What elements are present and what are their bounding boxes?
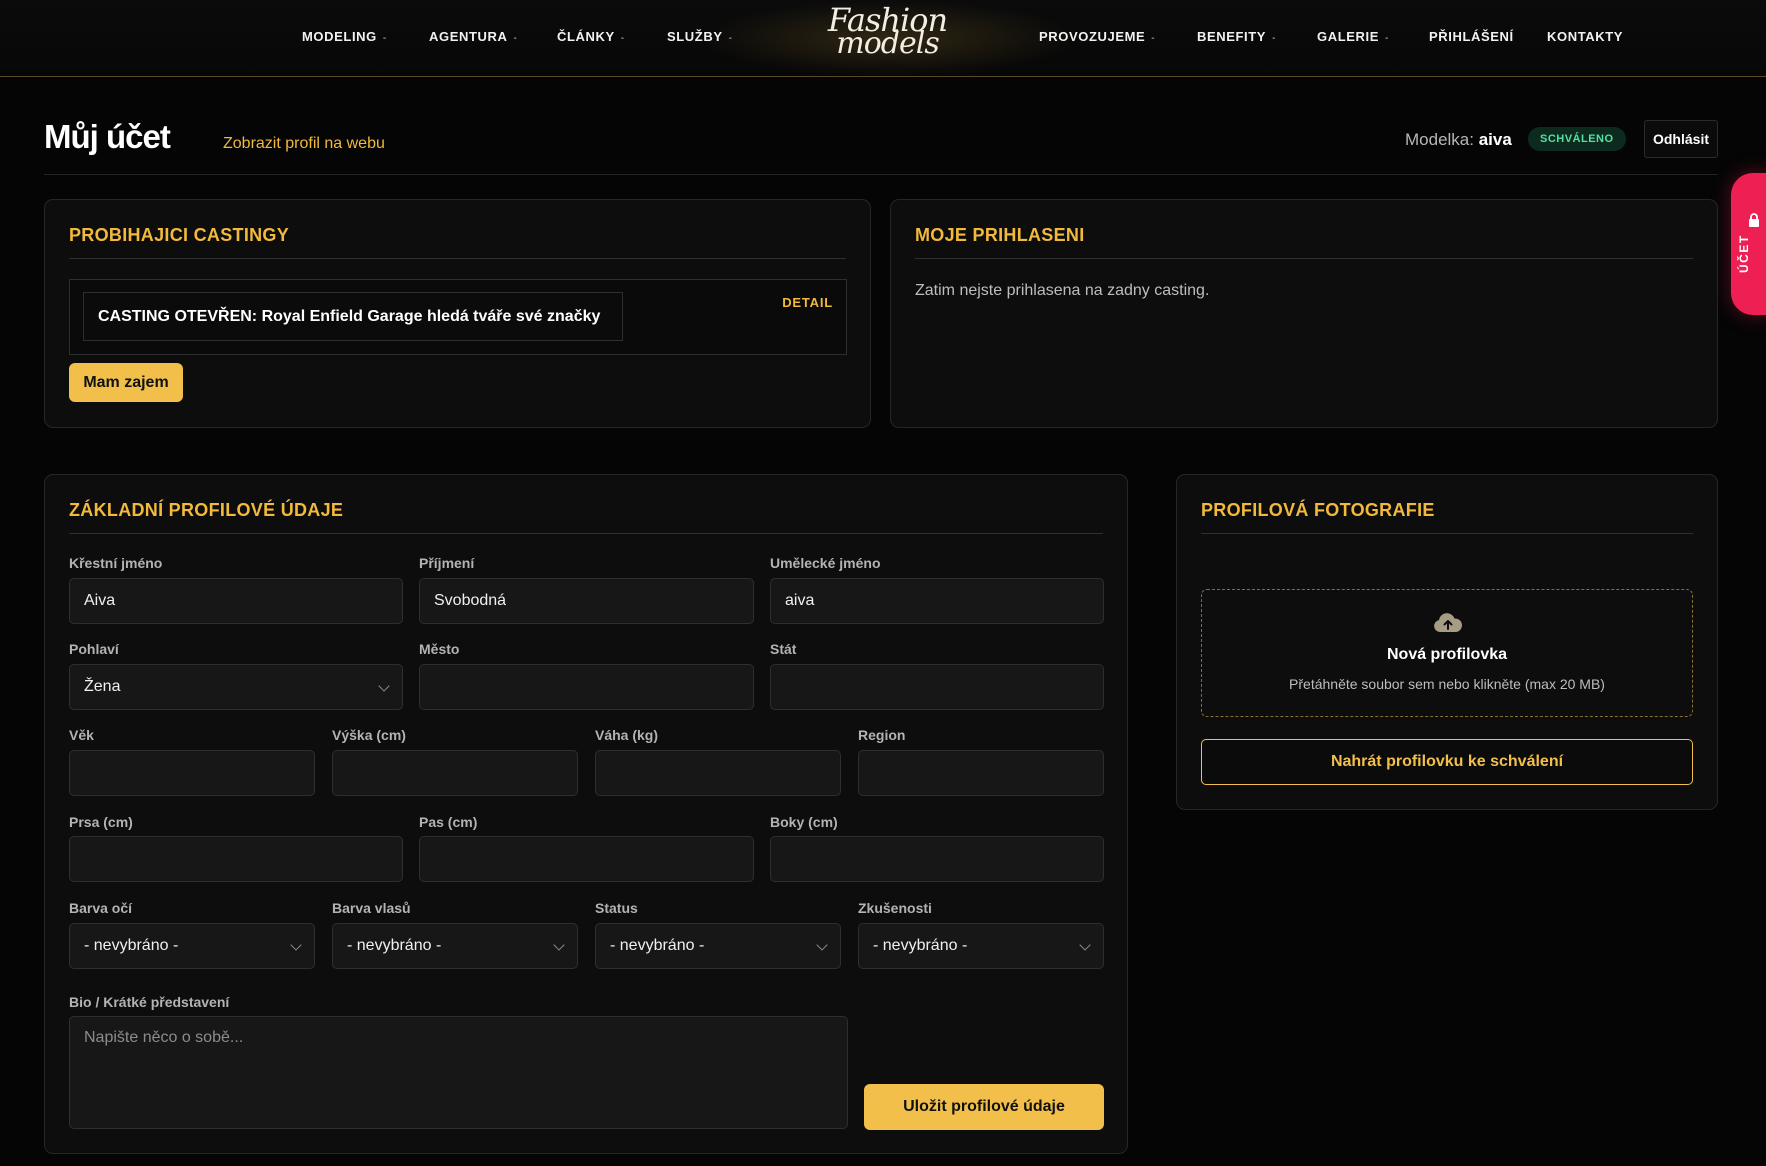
gender-label: Pohlaví — [69, 641, 119, 657]
fashion-models-logo[interactable]: Fashion models — [820, 4, 955, 70]
interest-button[interactable]: Mam zajem — [69, 363, 183, 402]
nav-label: GALERIE — [1317, 29, 1379, 44]
model-name: aiva — [1478, 130, 1512, 149]
hair-color-select[interactable]: - nevybráno - — [332, 923, 578, 969]
region-label: Region — [858, 727, 906, 743]
age-input[interactable] — [69, 750, 315, 796]
my-applications-title: MOJE PRIHLASENI — [915, 225, 1085, 245]
casting-item: CASTING OTEVŘEN: Royal Enfield Garage hl… — [69, 279, 847, 355]
casting-detail-link[interactable]: DETAIL — [782, 295, 833, 310]
eye-color-select[interactable]: - nevybráno - — [69, 923, 315, 969]
castings-title: PROBIHAJICI CASTINGY — [69, 225, 290, 245]
nav-label: PROVOZUJEME — [1039, 29, 1146, 44]
nav-label: KONTAKTY — [1547, 29, 1624, 44]
dropzone-title: Nová profilovka — [1386, 646, 1508, 663]
last-name-input[interactable]: Svobodná — [419, 578, 754, 624]
status-label: Status — [595, 900, 638, 916]
save-profile-button[interactable]: Uložit profilové údaje — [864, 1084, 1104, 1130]
country-label: Stát — [770, 641, 797, 657]
nav-item-kontakty[interactable]: KONTAKTY — [1547, 29, 1623, 44]
waist-label: Pas (cm) — [419, 814, 478, 830]
side-tab-label: ÚČET — [1737, 234, 1751, 273]
card-divider — [915, 258, 1693, 259]
gender-select[interactable]: Žena — [69, 664, 403, 710]
nav-item-sluzby[interactable]: SLUŽBY - — [667, 29, 733, 44]
card-divider — [69, 533, 1103, 534]
card-divider — [1201, 533, 1693, 534]
bio-label: Bio / Krátké představení — [69, 994, 230, 1010]
profile-form-card: ZÁKLADNÍ PROFILOVÉ ÚDAJE Křestní jméno A… — [44, 474, 1128, 1154]
nav-label: MODELING — [302, 29, 377, 44]
hips-label: Boky (cm) — [770, 814, 838, 830]
age-label: Věk — [69, 727, 94, 743]
height-input[interactable] — [332, 750, 578, 796]
nav-label: BENEFITY — [1197, 29, 1267, 44]
status-badge: SCHVÁLENO — [1528, 127, 1626, 151]
nav-item-galerie[interactable]: GALERIE - — [1317, 29, 1389, 44]
upload-photo-button[interactable]: Nahrát profilovku ke schválení — [1201, 739, 1693, 785]
profile-photo-title: PROFILOVÁ FOTOGRAFIE — [1201, 500, 1435, 520]
dropdown-caret-icon: - — [1272, 33, 1277, 44]
castings-card: PROBIHAJICI CASTINGY CASTING OTEVŘEN: Ro… — [44, 199, 871, 428]
nav-label: ČLÁNKY — [557, 29, 615, 44]
top-navigation: MODELING - AGENTURA - ČLÁNKY - SLUŽBY - Fash… — [0, 0, 1766, 77]
model-label: Modelka: aiva — [1405, 130, 1512, 150]
hair-color-label: Barva vlasů — [332, 900, 411, 916]
nav-item-modeling[interactable]: MODELING - — [302, 29, 387, 44]
nav-label: SLUŽBY — [667, 29, 723, 44]
dropdown-caret-icon: - — [728, 33, 733, 44]
bio-textarea[interactable]: Napište něco o sobě... — [69, 1016, 848, 1129]
card-divider — [69, 258, 846, 259]
region-input[interactable] — [858, 750, 1104, 796]
cloud-upload-icon — [1434, 613, 1462, 632]
profile-form-title: ZÁKLADNÍ PROFILOVÉ ÚDAJE — [69, 500, 344, 520]
bust-label: Prsa (cm) — [69, 814, 133, 830]
experience-select[interactable]: - nevybráno - — [858, 923, 1104, 969]
profile-photo-card: PROFILOVÁ FOTOGRAFIE Nová profilovka Pře… — [1176, 474, 1718, 810]
country-input[interactable] — [770, 664, 1104, 710]
height-label: Výška (cm) — [332, 727, 406, 743]
dropdown-caret-icon: - — [620, 33, 625, 44]
dropdown-caret-icon: - — [1384, 33, 1389, 44]
empty-applications-text: Zatim nejste prihlasena na zadny casting… — [915, 282, 1210, 299]
city-input[interactable] — [419, 664, 754, 710]
nav-label: PŘIHLÁŠENÍ — [1429, 29, 1514, 44]
weight-label: Váha (kg) — [595, 727, 659, 743]
account-side-tab[interactable]: ÚČET — [1731, 173, 1766, 315]
experience-label: Zkušenosti — [858, 900, 932, 916]
dropdown-caret-icon: - — [513, 33, 518, 44]
hips-input[interactable] — [770, 836, 1104, 882]
last-name-label: Příjmení — [419, 555, 475, 571]
nav-item-agentura[interactable]: AGENTURA - — [429, 29, 517, 44]
dropzone-subtitle: Přetáhněte soubor sem nebo klikněte (max… — [1289, 676, 1605, 692]
logo-line-2: models — [836, 26, 939, 61]
photo-dropzone[interactable]: Nová profilovka Přetáhněte soubor sem ne… — [1201, 589, 1693, 717]
city-label: Město — [419, 641, 460, 657]
view-profile-link[interactable]: Zobrazit profil na webu — [223, 135, 385, 153]
waist-input[interactable] — [419, 836, 754, 882]
nav-item-clanky[interactable]: ČLÁNKY - — [557, 29, 625, 44]
first-name-label: Křestní jméno — [69, 555, 163, 571]
nav-item-benefity[interactable]: BENEFITY - — [1197, 29, 1276, 44]
dropdown-caret-icon: - — [382, 33, 387, 44]
nav-item-prihlaseni[interactable]: PŘIHLÁŠENÍ — [1429, 29, 1514, 44]
first-name-input[interactable]: Aiva — [69, 578, 403, 624]
model-prefix: Modelka: — [1405, 130, 1474, 149]
dropdown-caret-icon: - — [1151, 33, 1156, 44]
header-divider — [44, 174, 1718, 175]
logout-button[interactable]: Odhlásit — [1644, 120, 1718, 158]
nav-label: AGENTURA — [429, 29, 508, 44]
page-title: Můj účet — [44, 118, 171, 155]
stage-name-label: Umělecké jméno — [770, 555, 881, 571]
weight-input[interactable] — [595, 750, 841, 796]
casting-title[interactable]: CASTING OTEVŘEN: Royal Enfield Garage hl… — [83, 292, 623, 341]
nav-item-provozujeme[interactable]: PROVOZUJEME - — [1039, 29, 1155, 44]
bust-input[interactable] — [69, 836, 403, 882]
eye-color-label: Barva očí — [69, 900, 133, 916]
my-applications-card: MOJE PRIHLASENI Zatim nejste prihlasena … — [890, 199, 1718, 428]
status-select[interactable]: - nevybráno - — [595, 923, 841, 969]
stage-name-input[interactable]: aiva — [770, 578, 1104, 624]
